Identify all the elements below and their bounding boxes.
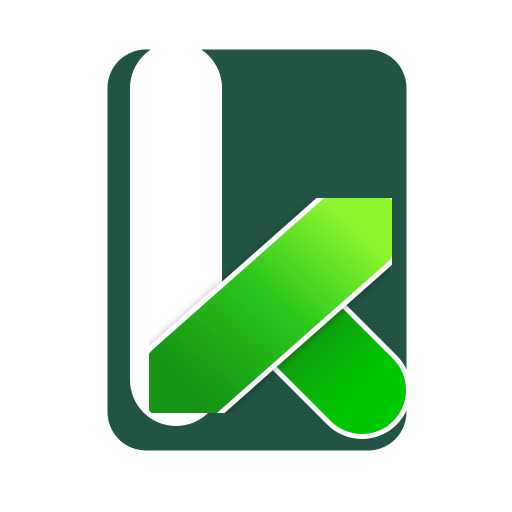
logo-canvas xyxy=(0,0,512,512)
k-letter-logo-icon xyxy=(104,42,411,454)
